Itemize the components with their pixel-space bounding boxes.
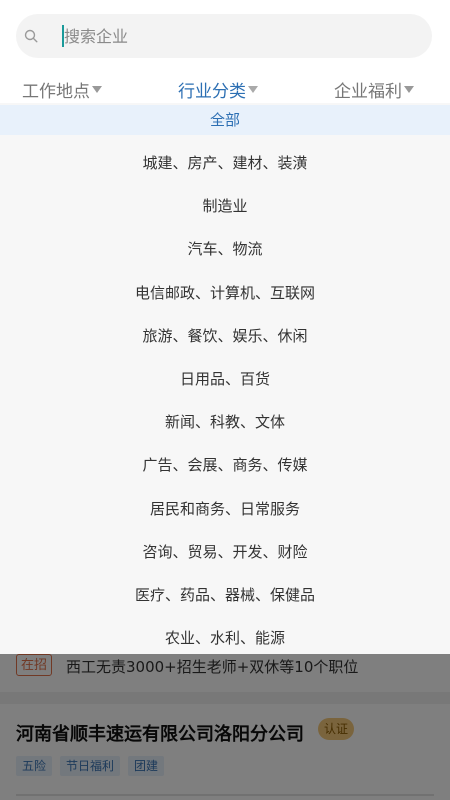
search-bar[interactable] — [16, 14, 432, 58]
page: 工作地点 行业分类 企业福利 在招 西工无责3000+招生老师+双休等10个职位… — [0, 0, 450, 800]
industry-option[interactable]: 农业、水利、能源 — [0, 623, 450, 653]
industry-option[interactable]: 城建、房产、建材、装潢 — [0, 148, 450, 178]
search-input[interactable] — [64, 23, 424, 49]
dropdown-arrow-icon — [92, 85, 102, 93]
dim-overlay[interactable] — [0, 654, 450, 800]
industry-option[interactable]: 医疗、药品、器械、保健品 — [0, 580, 450, 610]
filter-location-label: 工作地点 — [22, 81, 90, 102]
filter-benefits-label: 企业福利 — [334, 81, 402, 102]
dropdown-arrow-icon — [404, 85, 414, 93]
industry-option[interactable]: 电信邮政、计算机、互联网 — [0, 278, 450, 308]
industry-option[interactable]: 咨询、贸易、开发、财险 — [0, 537, 450, 567]
filter-industry-label: 行业分类 — [178, 81, 246, 102]
industry-option[interactable]: 旅游、餐饮、娱乐、休闲 — [0, 321, 450, 351]
industry-dropdown: 全部 城建、房产、建材、装潢 制造业 汽车、物流 电信邮政、计算机、互联网 旅游… — [0, 103, 450, 654]
industry-option[interactable]: 新闻、科教、文体 — [0, 407, 450, 437]
filter-location[interactable]: 工作地点 — [22, 76, 102, 102]
industry-option[interactable]: 全部 — [0, 105, 450, 135]
industry-option[interactable]: 日用品、百货 — [0, 364, 450, 394]
industry-option[interactable]: 居民和商务、日常服务 — [0, 494, 450, 524]
industry-option[interactable]: 制造业 — [0, 191, 450, 221]
filter-benefits[interactable]: 企业福利 — [334, 76, 414, 102]
dropdown-arrow-icon — [248, 85, 258, 93]
filter-industry[interactable]: 行业分类 — [178, 76, 258, 102]
industry-option[interactable]: 汽车、物流 — [0, 234, 450, 264]
search-icon — [24, 28, 38, 43]
industry-option[interactable]: 广告、会展、商务、传媒 — [0, 450, 450, 480]
